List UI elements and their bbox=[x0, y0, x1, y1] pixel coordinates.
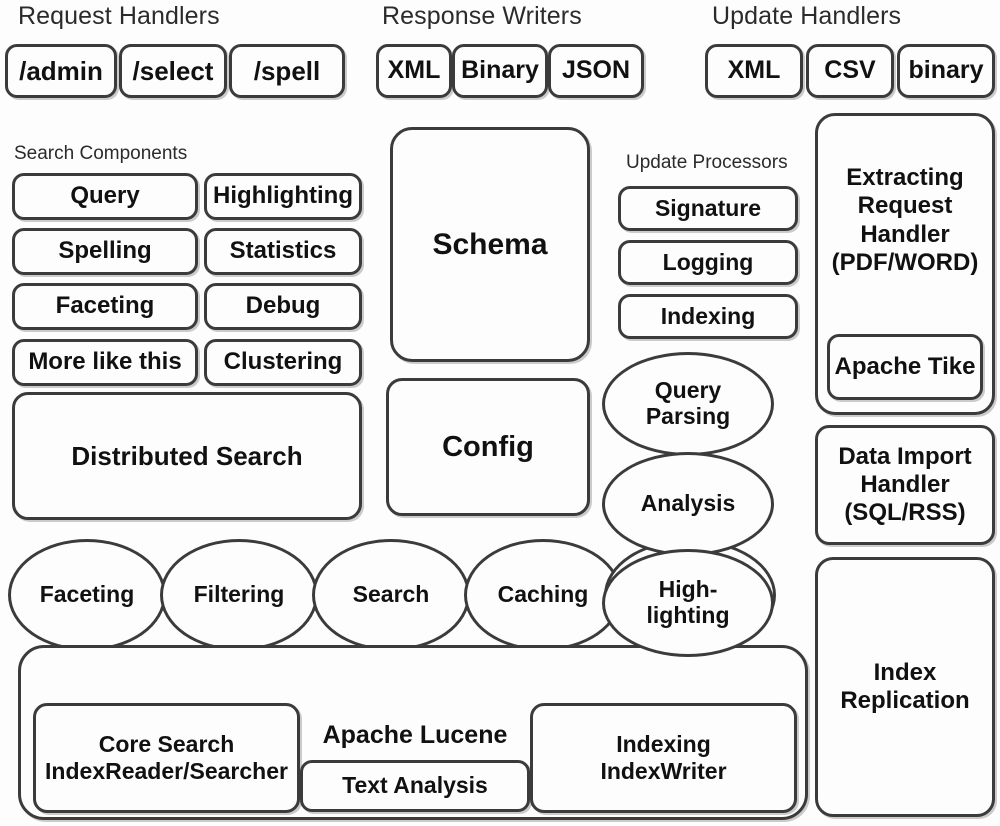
distributed-search-block[interactable]: Distributed Search bbox=[12, 392, 362, 520]
search-component-debug[interactable]: Debug bbox=[204, 283, 362, 330]
update-processor-indexing[interactable]: Indexing bbox=[618, 294, 798, 339]
core-ellipse-faceting[interactable]: Faceting bbox=[8, 539, 166, 651]
solr-architecture-diagram: Request Handlers Response Writers Update… bbox=[0, 0, 1000, 826]
request-handler-admin[interactable]: /admin bbox=[5, 44, 117, 98]
group-heading-update-processors: Update Processors bbox=[626, 152, 788, 173]
update-handler-binary[interactable]: binary bbox=[897, 44, 995, 98]
group-heading-search-components: Search Components bbox=[14, 143, 188, 164]
response-writer-binary[interactable]: Binary bbox=[452, 44, 548, 98]
right-ellipse-analysis[interactable]: Analysis bbox=[602, 452, 774, 556]
data-import-handler-block[interactable]: Data Import Handler (SQL/RSS) bbox=[815, 425, 995, 545]
update-handler-xml[interactable]: XML bbox=[705, 44, 803, 98]
search-component-highlighting[interactable]: Highlighting bbox=[204, 173, 362, 220]
update-processor-logging[interactable]: Logging bbox=[618, 240, 798, 285]
center-block-config[interactable]: Config bbox=[386, 378, 590, 516]
update-processor-signature[interactable]: Signature bbox=[618, 186, 798, 231]
search-component-spelling[interactable]: Spelling bbox=[12, 228, 198, 275]
core-ellipse-search[interactable]: Search bbox=[312, 539, 470, 651]
core-ellipse-caching[interactable]: Caching bbox=[464, 539, 622, 651]
response-writer-xml[interactable]: XML bbox=[376, 44, 452, 98]
search-component-clustering[interactable]: Clustering bbox=[204, 339, 362, 386]
right-ellipse-query-parsing[interactable]: Query Parsing bbox=[602, 352, 774, 456]
request-handler-select[interactable]: /select bbox=[119, 44, 227, 98]
index-replication-block[interactable]: Index Replication bbox=[815, 557, 995, 817]
request-handler-spell[interactable]: /spell bbox=[229, 44, 345, 98]
search-component-query[interactable]: Query bbox=[12, 173, 198, 220]
update-handler-csv[interactable]: CSV bbox=[806, 44, 894, 98]
lucene-core-search-block[interactable]: Core Search IndexReader/Searcher bbox=[33, 703, 300, 813]
search-component-more-like-this[interactable]: More like this bbox=[12, 339, 198, 386]
search-component-statistics[interactable]: Statistics bbox=[204, 228, 362, 275]
group-heading-update-handlers: Update Handlers bbox=[712, 2, 902, 30]
extracting-request-handler-label: Extracting Request Handler (PDF/WORD) bbox=[831, 164, 979, 276]
lucene-text-analysis-block[interactable]: Text Analysis bbox=[300, 760, 530, 812]
search-component-faceting[interactable]: Faceting bbox=[12, 283, 198, 330]
group-heading-request-handlers: Request Handlers bbox=[18, 2, 220, 30]
lucene-indexing-block[interactable]: Indexing IndexWriter bbox=[530, 703, 797, 813]
group-heading-response-writers: Response Writers bbox=[382, 2, 582, 30]
right-ellipse-highlighting[interactable]: High- lighting bbox=[602, 549, 774, 657]
apache-lucene-title: Apache Lucene bbox=[322, 721, 508, 749]
core-ellipse-filtering[interactable]: Filtering bbox=[160, 539, 318, 651]
center-block-schema[interactable]: Schema bbox=[390, 127, 590, 362]
apache-tike-block[interactable]: Apache Tike bbox=[827, 334, 983, 400]
response-writer-json[interactable]: JSON bbox=[548, 44, 644, 98]
